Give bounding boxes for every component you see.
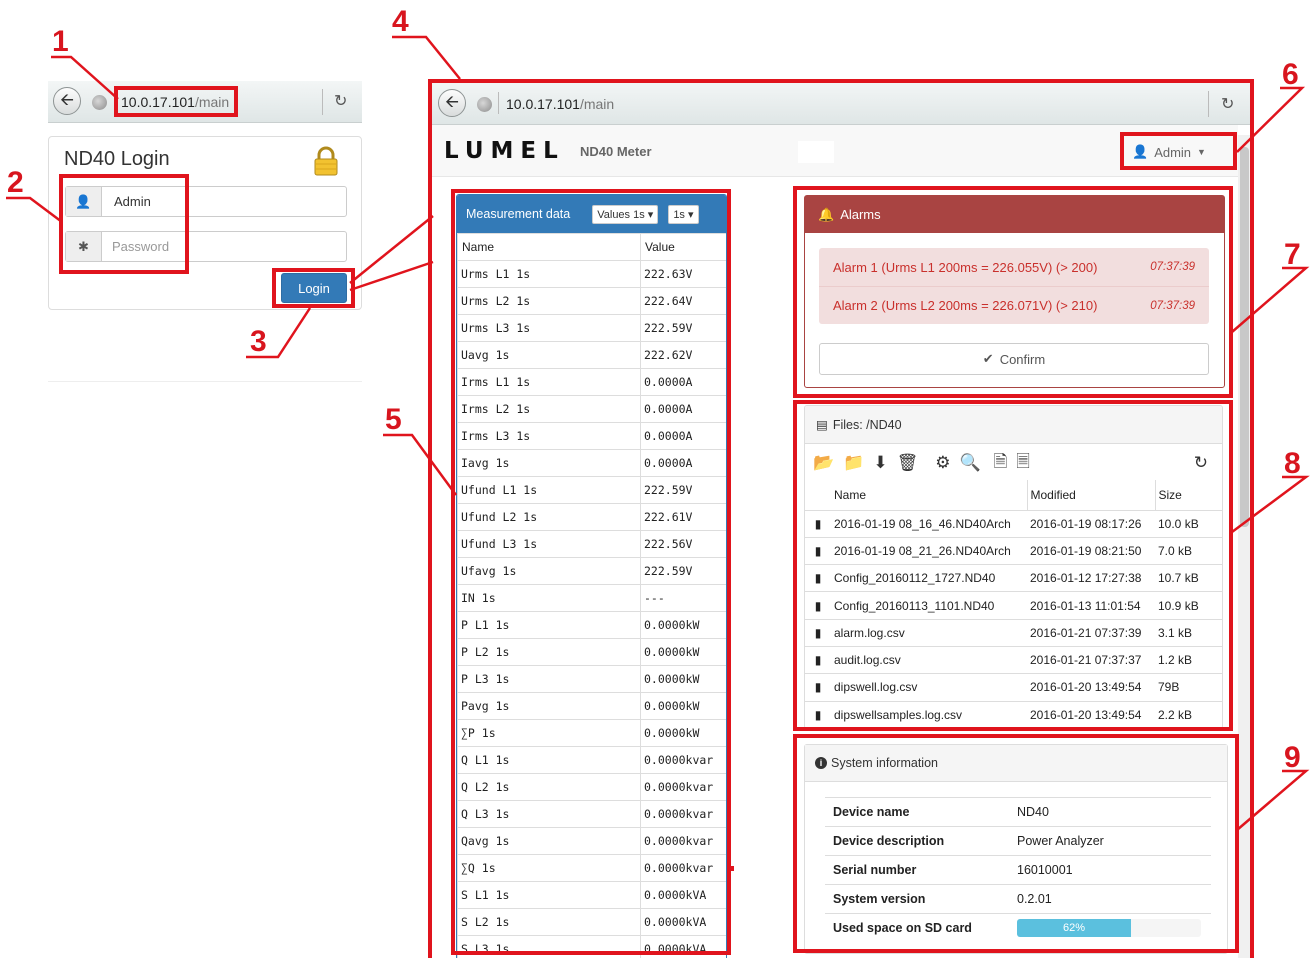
callout-box-url bbox=[114, 86, 238, 117]
login-bottom-line bbox=[48, 381, 362, 382]
globe-icon bbox=[92, 95, 107, 110]
callout-box-alarms bbox=[793, 186, 1233, 398]
callout-number: 6 bbox=[1282, 58, 1299, 91]
back-arrow-icon[interactable]: 🡨 bbox=[53, 87, 81, 115]
refresh-icon[interactable]: ↻ bbox=[334, 91, 347, 111]
callout-number: 5 bbox=[385, 403, 402, 436]
callout-dot bbox=[729, 866, 734, 871]
callout-box-system bbox=[793, 734, 1239, 953]
callout-number: 4 bbox=[392, 5, 409, 38]
callout-box-credentials bbox=[59, 174, 189, 274]
callout-box-user bbox=[1120, 132, 1237, 170]
padlock-icon bbox=[314, 146, 338, 176]
callout-number: 3 bbox=[250, 325, 267, 358]
login-title: ND40 Login bbox=[64, 148, 170, 170]
callout-number: 8 bbox=[1284, 447, 1301, 480]
callout-number: 9 bbox=[1284, 741, 1301, 774]
url-divider bbox=[322, 89, 323, 115]
callout-number: 7 bbox=[1284, 238, 1301, 271]
callout-box-files bbox=[793, 400, 1233, 731]
callout-box-measurement bbox=[451, 189, 731, 955]
callout-number: 2 bbox=[7, 166, 24, 199]
callout-box-login bbox=[272, 268, 355, 308]
callout-number: 1 bbox=[52, 25, 69, 58]
